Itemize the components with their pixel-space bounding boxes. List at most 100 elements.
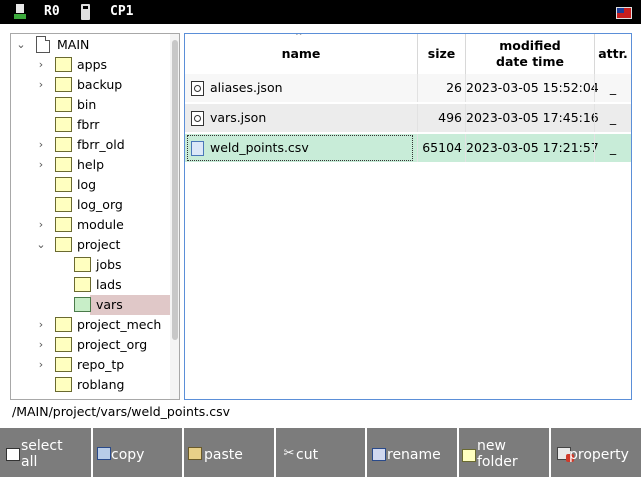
tree-scrollbar[interactable] [170, 34, 179, 399]
tree-item-log[interactable]: log [11, 175, 169, 195]
folder-icon [55, 77, 72, 92]
file-row[interactable]: aliases.json 26 2023-03-05 15:52:04 _ [185, 74, 631, 102]
file-name: vars.json [210, 110, 267, 125]
file-size: 496 [438, 110, 462, 125]
file-attr: _ [609, 140, 617, 155]
select-all-button[interactable]: select all [0, 428, 91, 477]
paste-button[interactable]: paste [184, 428, 274, 477]
folder-icon [55, 357, 72, 372]
cut-button[interactable]: ✂ cut [276, 428, 365, 477]
json-file-icon [191, 111, 204, 126]
select-all-icon [6, 448, 20, 461]
folder-icon [55, 57, 72, 72]
tree-item-roblang[interactable]: roblang [11, 375, 169, 395]
tree-item-bin[interactable]: bin [11, 95, 169, 115]
target-indicator: CP1 [110, 4, 134, 19]
file-size: 65104 [422, 140, 462, 155]
tree-item-lads[interactable]: lads [11, 275, 169, 295]
folder-tree[interactable]: ⌄ MAIN › apps › backup bin fbrr › fbrr_old › help lo… [10, 33, 180, 400]
folder-icon [55, 137, 72, 152]
new-folder-button[interactable]: new folder [459, 428, 549, 477]
chevron-down-icon[interactable]: ⌄ [35, 235, 47, 255]
tree-item-repo-tp[interactable]: › repo_tp [11, 355, 169, 375]
tree-item-project-org[interactable]: › project_org [11, 335, 169, 355]
tree-item-log-org[interactable]: log_org [11, 195, 169, 215]
chevron-right-icon[interactable]: › [35, 155, 47, 175]
chevron-right-icon[interactable]: › [35, 215, 47, 235]
tree-item-label: backup [77, 77, 123, 92]
chevron-right-icon[interactable]: › [35, 55, 47, 75]
column-header-name[interactable]: ^ name [185, 34, 417, 74]
tree-item-label: repo_tp [77, 357, 125, 372]
tree-item-label: apps [77, 57, 108, 72]
file-row[interactable]: vars.json 496 2023-03-05 17:45:16 _ [185, 104, 631, 132]
property-button[interactable]: property [551, 428, 641, 477]
tree-item-label: module [77, 217, 124, 232]
tree-item-label: log [77, 177, 97, 192]
tree-item-jobs[interactable]: jobs [11, 255, 169, 275]
focus-outline [187, 135, 413, 161]
file-row[interactable]: weld_points.csv 65104 2023-03-05 17:21:57 _ [185, 134, 631, 162]
tree-item-label: project_mech [77, 317, 162, 332]
folder-icon [55, 237, 72, 252]
folder-icon [74, 297, 91, 312]
tree-item-label: vars [96, 297, 123, 312]
file-list[interactable]: ^ name size modified date time attr. ali… [184, 33, 632, 400]
file-size: 26 [446, 80, 462, 95]
tree-item-label: MAIN [57, 37, 90, 52]
file-modified: 2023-03-05 17:45:16 [466, 110, 599, 125]
folder-icon [55, 177, 72, 192]
chevron-right-icon[interactable]: › [35, 315, 47, 335]
chevron-right-icon[interactable]: › [35, 135, 47, 155]
json-file-icon [191, 81, 204, 96]
tree-item-help[interactable]: › help [11, 155, 169, 175]
tree-item-vars[interactable]: vars [11, 295, 179, 315]
tree-item-fbrr[interactable]: fbrr [11, 115, 169, 135]
mode-indicator: R0 [44, 4, 60, 19]
tree-item-project-mech[interactable]: › project_mech [11, 315, 169, 335]
chevron-right-icon[interactable]: › [35, 355, 47, 375]
tree-item-label: project_org [77, 337, 148, 352]
drive-icon [81, 4, 90, 20]
folder-icon [55, 157, 72, 172]
folder-icon [55, 217, 72, 232]
copy-button[interactable]: copy [93, 428, 182, 477]
tree-item-project[interactable]: ⌄ project [11, 235, 169, 255]
usb-icon [14, 4, 26, 20]
tree-item-label: bin [77, 97, 97, 112]
tree-item-apps[interactable]: › apps [11, 55, 169, 75]
folder-icon [55, 97, 72, 112]
new-folder-icon [462, 449, 476, 462]
tree-item-backup[interactable]: › backup [11, 75, 169, 95]
tree-item-label: jobs [96, 257, 122, 272]
paste-icon [188, 447, 202, 460]
folder-icon [74, 277, 91, 292]
tree-item-root[interactable]: ⌄ MAIN [11, 35, 169, 55]
folder-icon [55, 317, 72, 332]
tree-item-fbrr-old[interactable]: › fbrr_old [11, 135, 169, 155]
column-header-size[interactable]: size [418, 34, 465, 74]
file-attr: _ [609, 110, 617, 125]
rename-button[interactable]: rename [367, 428, 457, 477]
folder-icon [55, 117, 72, 132]
file-modified: 2023-03-05 17:21:57 [466, 140, 599, 155]
column-header-attr[interactable]: attr. [595, 34, 631, 74]
bottom-toolbar: select all copy paste ✂ cut rename new f… [0, 428, 641, 477]
chevron-right-icon[interactable]: › [35, 335, 47, 355]
status-bar: R0 CP1 [0, 0, 641, 24]
chevron-right-icon[interactable]: › [35, 75, 47, 95]
rename-icon [372, 448, 386, 461]
chevron-down-icon[interactable]: ⌄ [15, 35, 27, 55]
tree-scrollbar-thumb[interactable] [172, 40, 178, 340]
folder-icon [55, 197, 72, 212]
column-header-modified[interactable]: modified date time [466, 34, 594, 74]
sort-ascending-icon: ^ [295, 33, 303, 42]
tree-item-label: project [77, 237, 121, 252]
tree-item-label: fbrr_old [77, 137, 125, 152]
tree-item-label: fbrr [77, 117, 100, 132]
folder-icon [74, 257, 91, 272]
folder-icon [55, 337, 72, 352]
tree-item-module[interactable]: › module [11, 215, 169, 235]
file-modified: 2023-03-05 15:52:04 [466, 80, 599, 95]
tree-item-label: log_org [77, 197, 123, 212]
